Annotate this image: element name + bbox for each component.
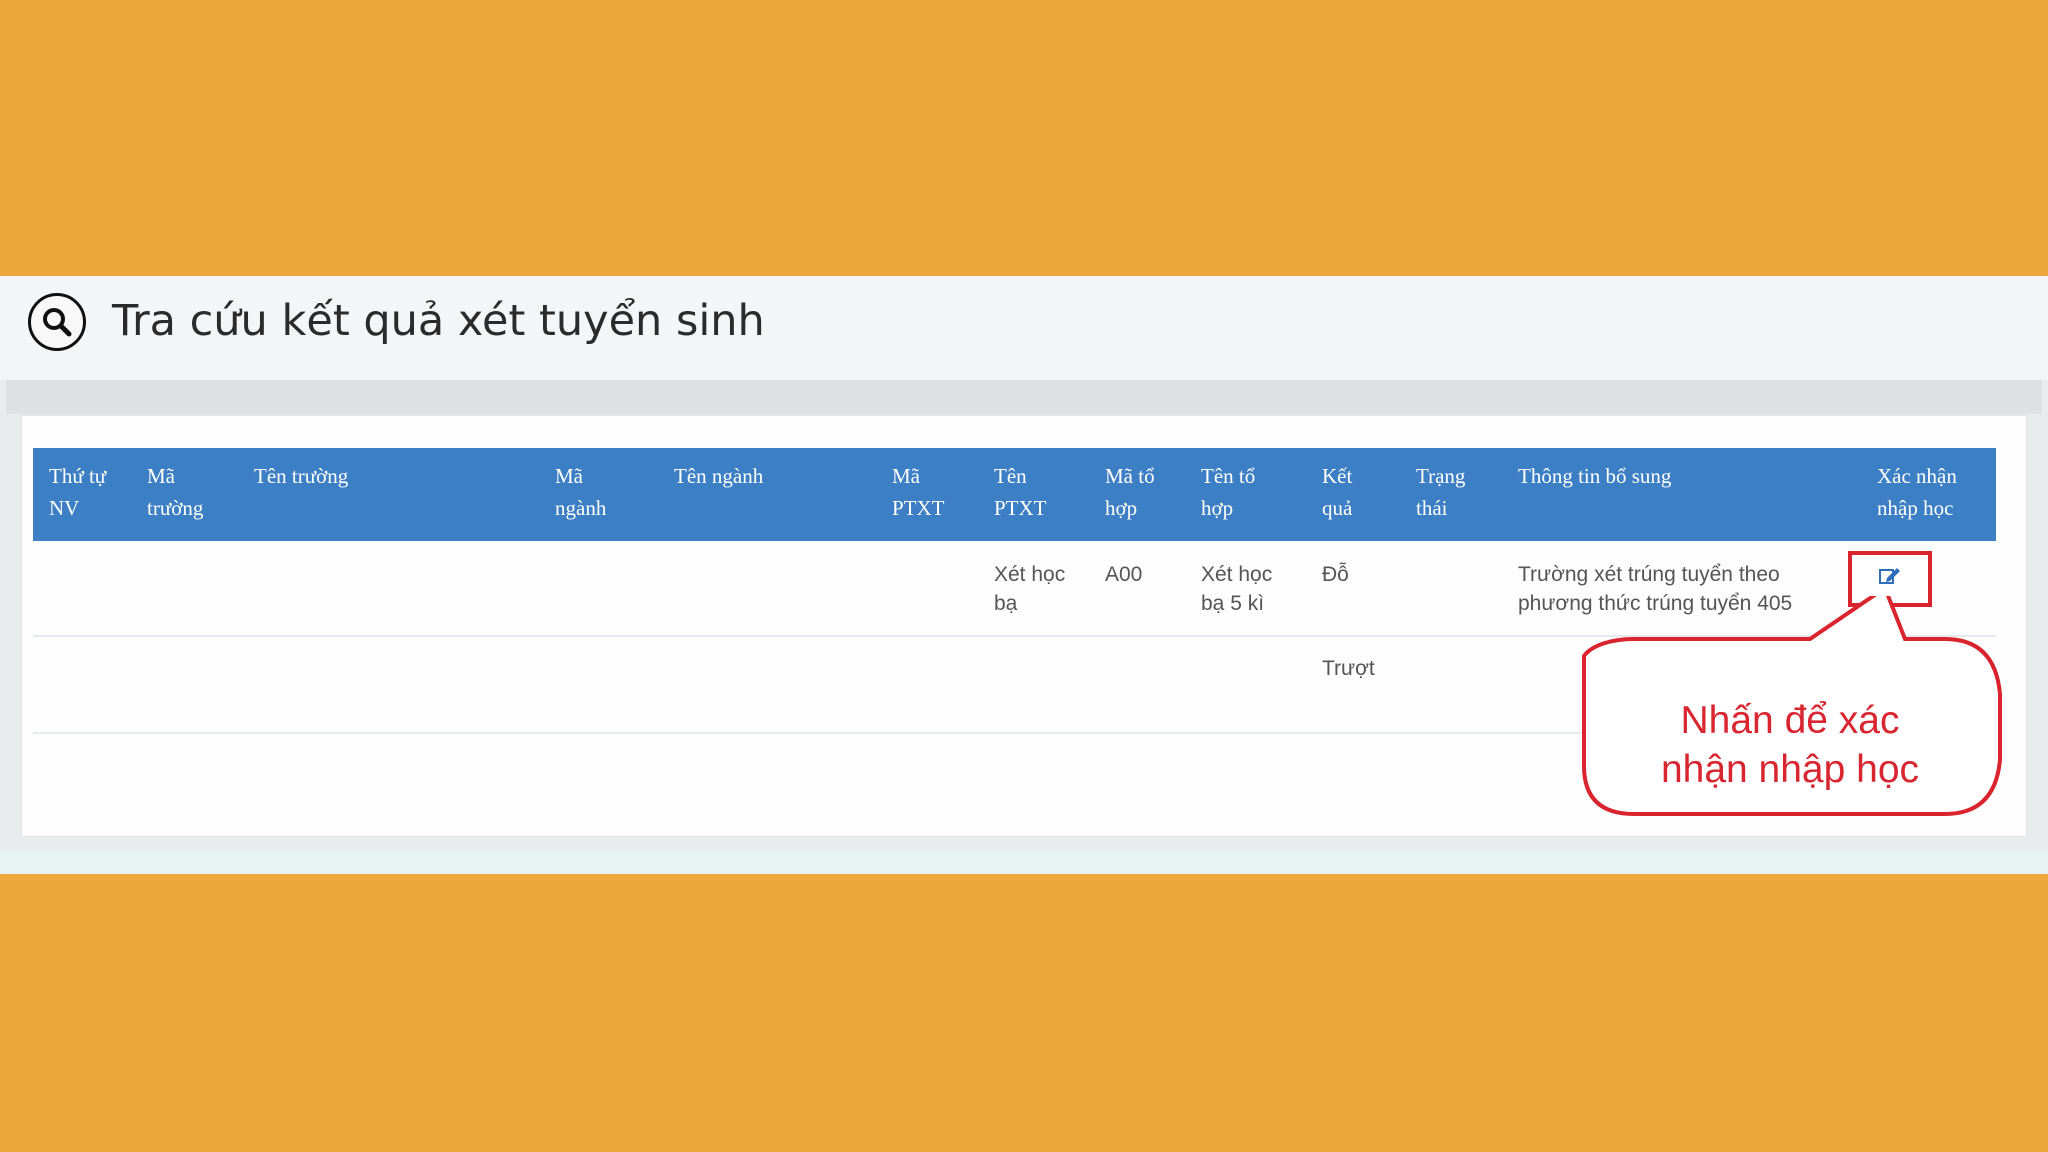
header-ten-truong: Tên trường xyxy=(254,464,349,488)
row2-ket-qua: Trượt xyxy=(1322,657,1375,680)
header-trang-thai: Trạng thái xyxy=(1416,464,1466,520)
header-ten-to-hop: Tên tổ hợp xyxy=(1201,464,1256,520)
row1-ma-to-hop: A00 xyxy=(1105,563,1143,586)
header-ma-nganh: Mã ngành xyxy=(555,464,607,520)
row1-ten-ptxt: Xét học bạ xyxy=(994,563,1066,615)
callout-text: Nhấn để xác nhận nhập học xyxy=(1660,699,1920,791)
header-thu-tu-nv: Thứ tự NV xyxy=(49,464,107,520)
title-bar: Tra cứu kết quả xét tuyển sinh xyxy=(0,276,2048,380)
header-ten-nganh: Tên ngành xyxy=(674,464,764,488)
header-ma-truong: Mã trường xyxy=(147,464,204,520)
search-icon[interactable] xyxy=(28,293,86,351)
header-ma-ptxt: Mã PTXT xyxy=(892,464,945,520)
bottom-band xyxy=(0,850,2048,874)
edit-icon[interactable] xyxy=(1878,565,1902,587)
panel-strip xyxy=(6,380,2042,414)
header-ten-ptxt: Tên PTXT xyxy=(994,464,1047,520)
page-title: Tra cứu kết quả xét tuyển sinh xyxy=(112,296,765,346)
header-ket-qua: Kết quả xyxy=(1322,464,1353,520)
row1-ket-qua: Đỗ xyxy=(1322,563,1349,586)
header-thong-tin-bo-sung: Thông tin bổ sung xyxy=(1518,464,1672,488)
header-xac-nhan-nhap-hoc: Xác nhận nhập học xyxy=(1877,464,1957,520)
table-header: Thứ tự NV Mã trường Tên trường Mã ngành Tên… xyxy=(33,448,1996,541)
row1-ten-to-hop: Xét học bạ 5 kì xyxy=(1201,563,1273,615)
screenshot-frame: Tra cứu kết quả xét tuyển sinh Thứ tự NV … xyxy=(0,276,2048,874)
header-ma-to-hop: Mã tổ hợp xyxy=(1105,464,1155,520)
